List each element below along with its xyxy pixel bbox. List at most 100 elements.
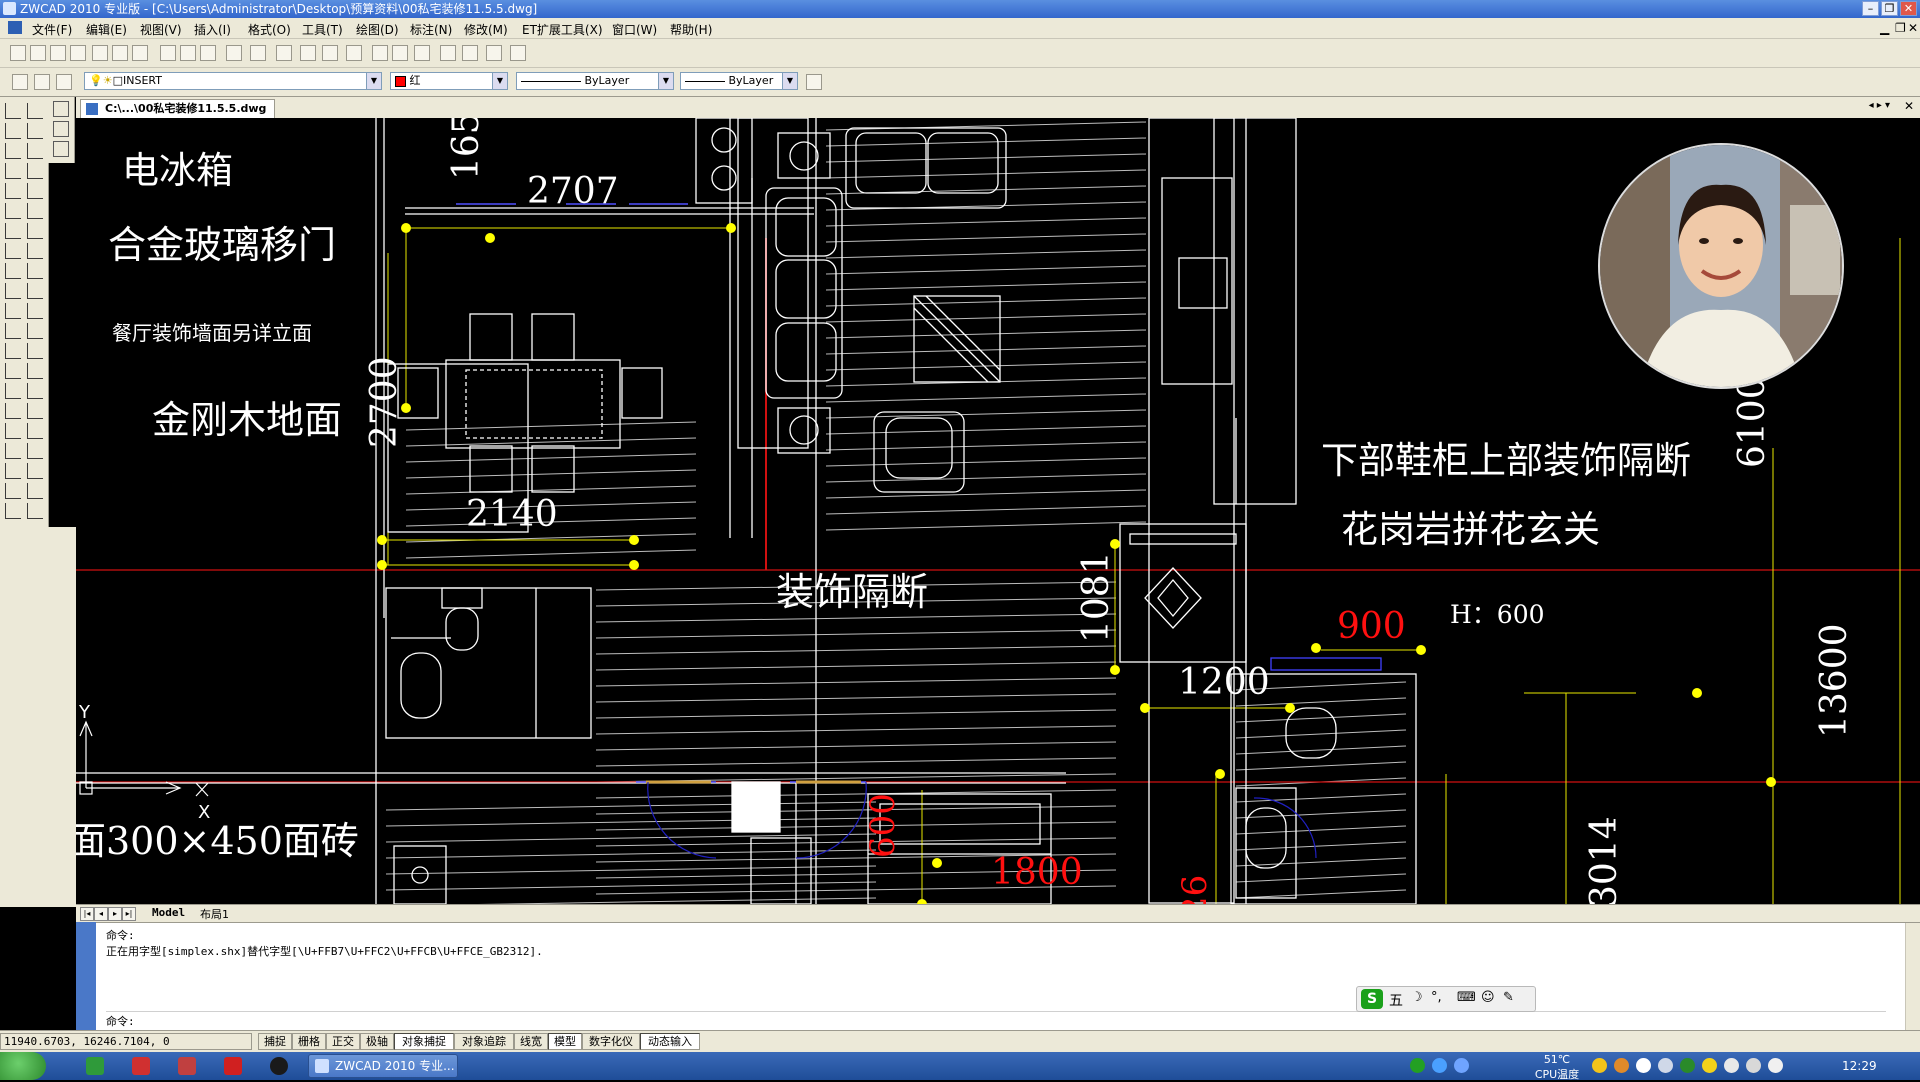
draw-tool-icon[interactable] — [5, 183, 21, 199]
sogou-tray-icon[interactable] — [1410, 1058, 1425, 1073]
toggle-polar[interactable]: 极轴 — [360, 1033, 394, 1050]
draw-tool-icon[interactable] — [27, 503, 43, 519]
keyboard-icon[interactable]: ⌨ — [1457, 990, 1476, 1005]
first-tab-button[interactable]: |◂ — [80, 907, 94, 921]
toolbar-tool-icon[interactable] — [372, 45, 388, 61]
menu-dimension[interactable]: 标注(N) — [410, 21, 452, 38]
minimize-button[interactable]: – — [1862, 1, 1879, 16]
draw-tool-icon[interactable] — [5, 203, 21, 219]
menu-help[interactable]: 帮助(H) — [670, 21, 712, 38]
draw-tool-icon[interactable] — [27, 463, 43, 479]
draw-tool-icon[interactable] — [27, 203, 43, 219]
draw-tool-icon[interactable] — [5, 323, 21, 339]
toolbar-tool-icon[interactable] — [10, 45, 26, 61]
ime-mode[interactable]: 五 — [1389, 990, 1403, 1010]
draw-tool-icon[interactable] — [5, 383, 21, 399]
quicklaunch-editor-icon[interactable] — [224, 1057, 242, 1075]
toolbar-tool-icon[interactable] — [30, 45, 46, 61]
toolbar-tool-icon[interactable] — [440, 45, 456, 61]
toolbar-tool-icon[interactable] — [132, 45, 148, 61]
layer-dropdown[interactable]: 💡☀□INSERT ▼ — [84, 72, 382, 90]
wrench-icon[interactable]: ✎ — [1503, 990, 1514, 1005]
toggle-otrack[interactable]: 对象追踪 — [454, 1033, 514, 1050]
draw-tool-icon[interactable] — [27, 403, 43, 419]
draw-tool-icon[interactable] — [5, 283, 21, 299]
toggle-model[interactable]: 模型 — [548, 1033, 582, 1050]
toolbar-tool-icon[interactable] — [92, 45, 108, 61]
snap-tool-icon[interactable] — [53, 141, 69, 157]
draw-tool-icon[interactable] — [27, 163, 43, 179]
volume-icon[interactable] — [1768, 1058, 1783, 1073]
prev-tab-button[interactable]: ◂ — [94, 907, 108, 921]
draw-tool-icon[interactable] — [27, 383, 43, 399]
punctuation-icon[interactable]: °, — [1431, 990, 1442, 1005]
menu-format[interactable]: 格式(O) — [248, 21, 291, 38]
draw-tool-icon[interactable] — [5, 263, 21, 279]
close-button[interactable]: ✕ — [1900, 1, 1917, 16]
snap-tool-icon[interactable] — [53, 121, 69, 137]
draw-tool-icon[interactable] — [27, 143, 43, 159]
draw-tool-icon[interactable] — [27, 283, 43, 299]
draw-tool-icon[interactable] — [27, 483, 43, 499]
toggle-snap[interactable]: 捕捉 — [258, 1033, 292, 1050]
toolbar-tool-icon[interactable] — [414, 45, 430, 61]
menu-view[interactable]: 视图(V) — [140, 21, 182, 38]
user-icon[interactable]: ☺ — [1481, 990, 1495, 1005]
draw-tool-icon[interactable] — [27, 263, 43, 279]
draw-tool-icon[interactable] — [5, 303, 21, 319]
toggle-dynamic-input[interactable]: 动态输入 — [640, 1033, 700, 1050]
draw-tool-icon[interactable] — [5, 163, 21, 179]
tab-close-icon[interactable]: ✕ — [1904, 99, 1914, 113]
draw-tool-icon[interactable] — [27, 243, 43, 259]
draw-tool-icon[interactable] — [27, 123, 43, 139]
toolbar-tool-icon[interactable] — [250, 45, 266, 61]
menu-edit[interactable]: 编辑(E) — [86, 21, 127, 38]
tab-model[interactable]: Model — [152, 906, 185, 919]
toolbar-tool-icon[interactable] — [322, 45, 338, 61]
signal-icon[interactable] — [1658, 1058, 1673, 1073]
toolbar-tool-icon[interactable] — [180, 45, 196, 61]
menu-window[interactable]: 窗口(W) — [612, 21, 657, 38]
help-tray-icon[interactable] — [1432, 1058, 1447, 1073]
menu-draw[interactable]: 绘图(D) — [356, 21, 399, 38]
menu-tools[interactable]: 工具(T) — [302, 21, 343, 38]
linetype-dropdown[interactable]: ByLayer ▼ — [516, 72, 674, 90]
toolbar-tool-icon[interactable] — [276, 45, 292, 61]
draw-tool-icon[interactable] — [27, 323, 43, 339]
snap-tool-icon[interactable] — [53, 101, 69, 117]
start-button[interactable] — [0, 1052, 46, 1080]
shield-icon[interactable] — [1680, 1058, 1695, 1073]
toolbar-tool-icon[interactable] — [462, 45, 478, 61]
draw-tool-icon[interactable] — [5, 483, 21, 499]
draw-tool-icon[interactable] — [5, 123, 21, 139]
tab-layout1[interactable]: 布局1 — [200, 906, 229, 922]
ime-toolbar[interactable]: S 五 ☽ °, ⌨ ☺ ✎ — [1356, 986, 1536, 1012]
lineweight-dropdown[interactable]: ByLayer ▼ — [680, 72, 798, 90]
toolbar-tool-icon[interactable] — [300, 45, 316, 61]
make-current-layer-icon[interactable] — [34, 74, 50, 90]
doc-restore-button[interactable]: ❐ — [1895, 21, 1906, 35]
draw-tool-icon[interactable] — [5, 103, 21, 119]
toolbar-tool-icon[interactable] — [392, 45, 408, 61]
menu-file[interactable]: 文件(F) — [32, 21, 72, 38]
color-dropdown[interactable]: 红 ▼ — [390, 72, 508, 90]
toolbar-tool-icon[interactable] — [160, 45, 176, 61]
toolbar-tool-icon[interactable] — [346, 45, 362, 61]
tab-scroll-arrows[interactable]: ◂ ▸ ▾ — [1869, 100, 1890, 111]
toolbar-tool-icon[interactable] — [112, 45, 128, 61]
command-window-handle[interactable] — [76, 922, 96, 1030]
draw-tool-icon[interactable] — [5, 343, 21, 359]
toggle-lineweight[interactable]: 线宽 — [514, 1033, 548, 1050]
document-icon[interactable] — [8, 21, 22, 34]
toggle-ortho[interactable]: 正交 — [326, 1033, 360, 1050]
properties-icon[interactable] — [806, 74, 822, 90]
layer-previous-icon[interactable] — [56, 74, 72, 90]
draw-tool-icon[interactable] — [5, 143, 21, 159]
draw-tool-icon[interactable] — [5, 363, 21, 379]
doc-close-button[interactable]: ✕ — [1908, 21, 1918, 35]
users-icon[interactable] — [1614, 1058, 1629, 1073]
document-tab[interactable]: C:\...\00私宅装修11.5.5.dwg — [80, 99, 276, 119]
draw-tool-icon[interactable] — [5, 243, 21, 259]
toggle-grid[interactable]: 栅格 — [292, 1033, 326, 1050]
doc-minimize-button[interactable]: ▁ — [1880, 21, 1889, 35]
